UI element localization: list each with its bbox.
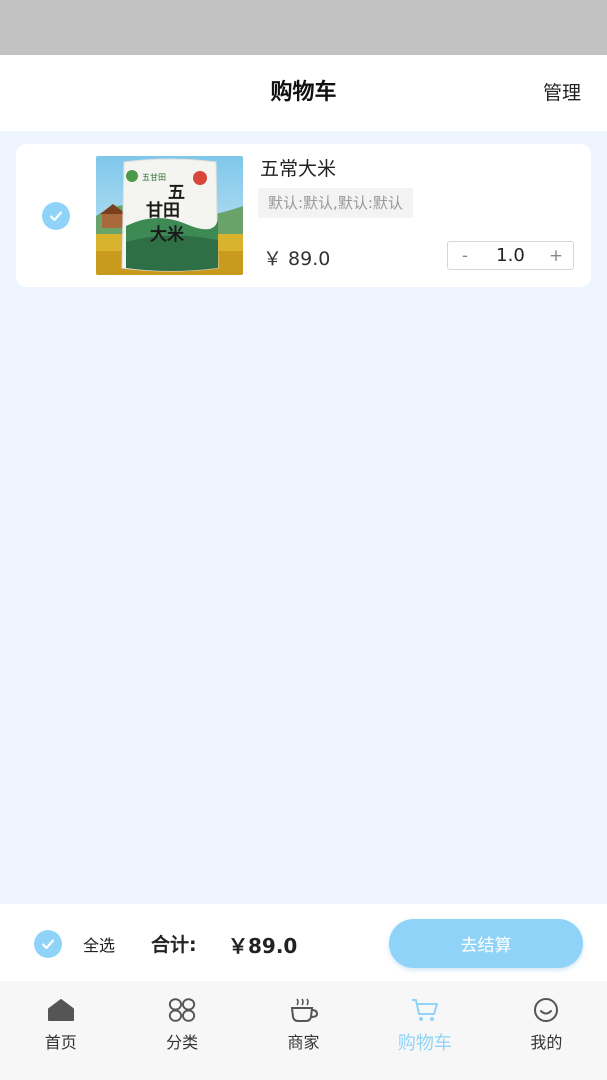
smile-icon [531,997,561,1023]
tab-profile-label: 我的 [530,1033,563,1052]
cup-icon [289,997,319,1023]
quantity-value[interactable]: 1.0 [482,245,539,266]
product-price: ￥ 89.0 [263,248,331,270]
product-name[interactable]: 五常大米 [260,154,336,181]
tab-merchant-label: 商家 [287,1033,320,1052]
tab-cart[interactable]: 购物车 [364,981,485,1080]
tab-bar: 首页 分类 商家 购物车 我的 [0,981,607,1080]
category-icon [167,997,197,1023]
total-label: 合计: [151,934,197,956]
page-title: 购物车 [270,80,337,105]
home-icon [46,997,76,1023]
manage-button[interactable]: 管理 [543,55,581,131]
check-icon [49,211,63,222]
tab-home[interactable]: 首页 [0,981,121,1080]
product-spec: 默认:默认,默认:默认 [258,188,413,218]
select-all-label[interactable]: 全选 [83,932,115,956]
tab-category[interactable]: 分类 [121,981,242,1080]
cart-icon [410,997,440,1023]
tab-profile[interactable]: 我的 [486,981,607,1080]
quantity-stepper: - 1.0 + [447,241,574,270]
package-text-3: 大米 [150,224,185,245]
package-text-2: 甘田 [146,200,180,221]
page-header: 购物车 管理 [0,55,607,131]
checkout-button[interactable]: 去结算 [389,919,583,968]
decrease-button[interactable]: - [448,246,482,266]
package-text-1: 五 [168,183,185,203]
cart-list: 五甘田 五 甘田 大米 五常大米 默认:默认,默认:默认 ￥ 89.0 - 1.… [0,131,607,904]
increase-button[interactable]: + [539,246,573,266]
tab-merchant[interactable]: 商家 [243,981,364,1080]
select-all-checkbox[interactable] [34,930,62,958]
total-value: ￥89.0 [228,934,298,958]
package-brand-text: 五甘田 [142,172,166,182]
item-checkbox[interactable] [42,202,70,230]
checkout-bar: 全选 合计: ￥89.0 去结算 [0,904,607,981]
check-icon [41,939,55,950]
cart-item: 五甘田 五 甘田 大米 五常大米 默认:默认,默认:默认 ￥ 89.0 - 1.… [16,144,591,287]
product-image[interactable]: 五甘田 五 甘田 大米 [96,156,243,275]
status-bar [0,0,607,55]
tab-category-label: 分类 [166,1033,199,1052]
tab-cart-label: 购物车 [397,1033,452,1054]
tab-home-label: 首页 [44,1033,77,1052]
